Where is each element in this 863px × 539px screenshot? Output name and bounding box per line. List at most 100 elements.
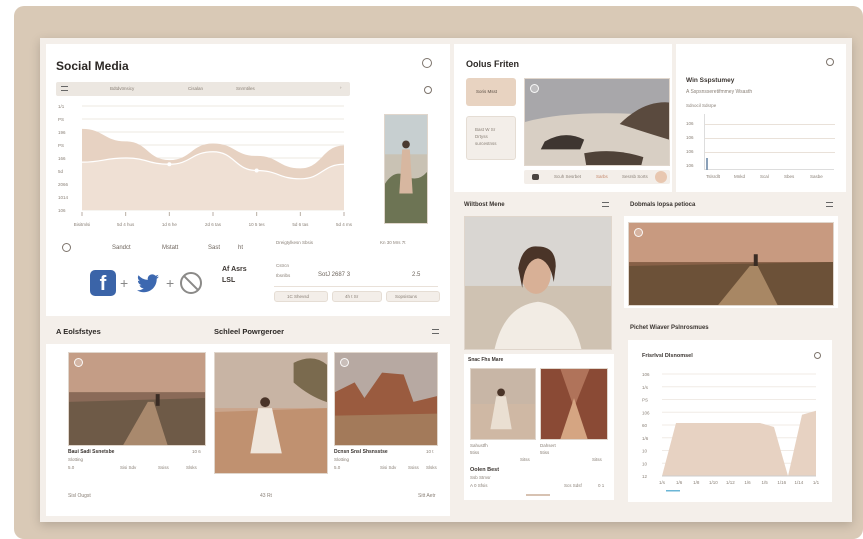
gallery-tag[interactable]: Ssiss [158, 465, 169, 471]
portrait-photo[interactable] [384, 114, 428, 224]
filter-item[interactable]: ht [238, 245, 243, 251]
menu-icon[interactable] [61, 86, 68, 91]
footer-meta: A 0 Sfsis [470, 483, 488, 488]
menu-icon[interactable] [826, 202, 833, 207]
card-title: Frisrlvsl Dlsnomsel [642, 353, 693, 359]
info-title: Dreigtylkesn Sbsis [276, 240, 314, 245]
list-photo[interactable] [470, 368, 536, 440]
series-area [82, 151, 344, 210]
list-title: Snac Fhs Mare [468, 357, 504, 363]
chart-caption: Sdnocil Sdsrpe [686, 103, 717, 108]
photo-dot[interactable] [530, 84, 539, 93]
photo-dot[interactable] [634, 228, 643, 237]
settings-icon[interactable] [814, 352, 821, 359]
search-icon[interactable] [424, 86, 432, 94]
secondary-button[interactable]: Bast W Sr Drtyss surcestnss [466, 116, 516, 160]
play-icon[interactable] [655, 171, 667, 183]
seascape-photo[interactable] [524, 78, 670, 166]
y-tick-label: 196 [58, 130, 66, 135]
gallery-tag[interactable]: Sisi Sdv [120, 465, 136, 471]
toolbar-item[interactable]: Cisalan [188, 86, 203, 92]
y-tick-label: PS [58, 117, 64, 122]
menu-icon[interactable] [602, 202, 609, 207]
x-tick-label: 1/1 [813, 480, 820, 485]
x-tick: Sasbe [810, 174, 823, 179]
clock-icon[interactable] [62, 243, 71, 252]
gallery-title: Baui Sadi Ssnetsbe [68, 449, 115, 455]
y-tick-label: 12 [642, 474, 648, 479]
control-item[interactable]: Sesrsb Sorts [622, 174, 648, 180]
grid-line [705, 152, 835, 153]
y-tick-label: 106 [642, 410, 650, 415]
record-icon[interactable] [532, 174, 539, 180]
gallery-photo[interactable] [334, 352, 438, 446]
gallery-title: Dcnsn Snsl Shsnsstse [334, 449, 388, 455]
gallery-photo[interactable] [214, 352, 328, 474]
footer-left[interactable]: Sisl Ougst [68, 494, 91, 499]
settings-icon[interactable] [826, 58, 834, 66]
x-tick-label: 1/12 [726, 480, 735, 485]
section-title: Schleel Powrgeroer [214, 327, 285, 336]
dashboard-sheet: Social Media Bdtdvtmsicy Cisalan Snrmtil… [40, 38, 852, 522]
info-button[interactable]: 1C Shevsd [274, 291, 328, 302]
list-item-meta: 5tiss [470, 450, 480, 455]
landscape-card [624, 216, 838, 308]
toolbar-item[interactable]: Bdtdvtmsicy [110, 86, 134, 92]
scroll-indicator[interactable] [526, 494, 550, 496]
primary-button[interactable]: Soris Msst [466, 78, 516, 106]
twitter-icon[interactable] [134, 272, 162, 296]
footer-link[interactable]: Scs Sdsf [564, 483, 582, 489]
footer-title: Oolen Best [470, 467, 500, 473]
chevron-right-icon[interactable]: › [340, 85, 342, 91]
landscape-header: Dobmals lopsa petioca [624, 196, 846, 214]
y-tick-label: 2066 [58, 182, 69, 187]
gallery-tag[interactable]: Sisi Sdv [380, 465, 396, 471]
footer-mid: 43 Rt [260, 493, 272, 499]
control-item[interactable]: Scuh Sesrbet [554, 174, 581, 180]
footer-right[interactable]: Sitt Aetr [418, 494, 436, 499]
x-tick-label: 1/8 [693, 480, 700, 485]
list-photo[interactable] [540, 368, 608, 440]
photo-dot[interactable] [74, 358, 83, 367]
info-button[interactable]: Sopsistuns [386, 291, 440, 302]
filter-item[interactable]: Sandct [112, 245, 131, 251]
plus-icon: + [166, 275, 175, 291]
y-tick-label: 1/6 [642, 436, 649, 441]
info-button[interactable]: 4h t Sr [332, 291, 382, 302]
toolbar-item[interactable]: Snrmtiles [236, 86, 255, 92]
grid-line [705, 138, 835, 139]
photo-dot[interactable] [340, 358, 349, 367]
card-subtitle: A Sspsnsseretifmmey Wsasth [686, 89, 753, 95]
x-tick-label: 10 5 tes [249, 222, 266, 227]
gallery-stat: 5.0 [68, 465, 75, 470]
plus-icon: + [120, 275, 129, 291]
settings-icon[interactable] [422, 58, 432, 68]
gallery-tag[interactable]: Slsks [426, 465, 437, 471]
filter-item[interactable]: Mstatt [162, 245, 178, 251]
x-tick-label: 5d 4 ms [336, 222, 353, 227]
section-title: Dobmals lopsa petioca [630, 202, 696, 208]
gallery-sub: Slotting [68, 457, 84, 462]
portrait-photo[interactable] [464, 216, 612, 350]
gallery-photo[interactable] [68, 352, 206, 446]
photo-card: Oolus Friten Soris Msst Bast W Sr Drtyss… [454, 44, 672, 192]
x-tick-label: Bisitmlsi [74, 222, 91, 227]
portrait-header: Wiltbost Mene [454, 196, 620, 214]
menu-icon[interactable] [432, 329, 439, 334]
social-media-card: Social Media Bdtdvtmsicy Cisalan Snrmtil… [46, 44, 450, 316]
facebook-icon[interactable]: f [90, 270, 116, 296]
landscape-photo[interactable] [628, 222, 834, 306]
x-tick-label: 1/6 [676, 480, 683, 485]
control-item[interactable]: Sarbs [596, 174, 608, 180]
metric-area [662, 410, 816, 476]
gallery-tag[interactable]: Slsks [186, 465, 197, 471]
y-tick: 106 [686, 149, 694, 154]
portrait-list: Snac Fhs Mare Sahustfh 5tiss Sitss Dahse… [464, 354, 614, 500]
gallery-tag[interactable]: Ssiss [408, 465, 419, 471]
divider [274, 286, 438, 287]
y-tick-label: 60 [642, 423, 648, 428]
x-tick-label: 1/5 [762, 480, 769, 485]
page-frame: Social Media Bdtdvtmsicy Cisalan Snrmtil… [0, 0, 863, 539]
x-tick-label: 5d 6 tas [292, 222, 309, 227]
filter-item[interactable]: Sast [208, 245, 220, 251]
